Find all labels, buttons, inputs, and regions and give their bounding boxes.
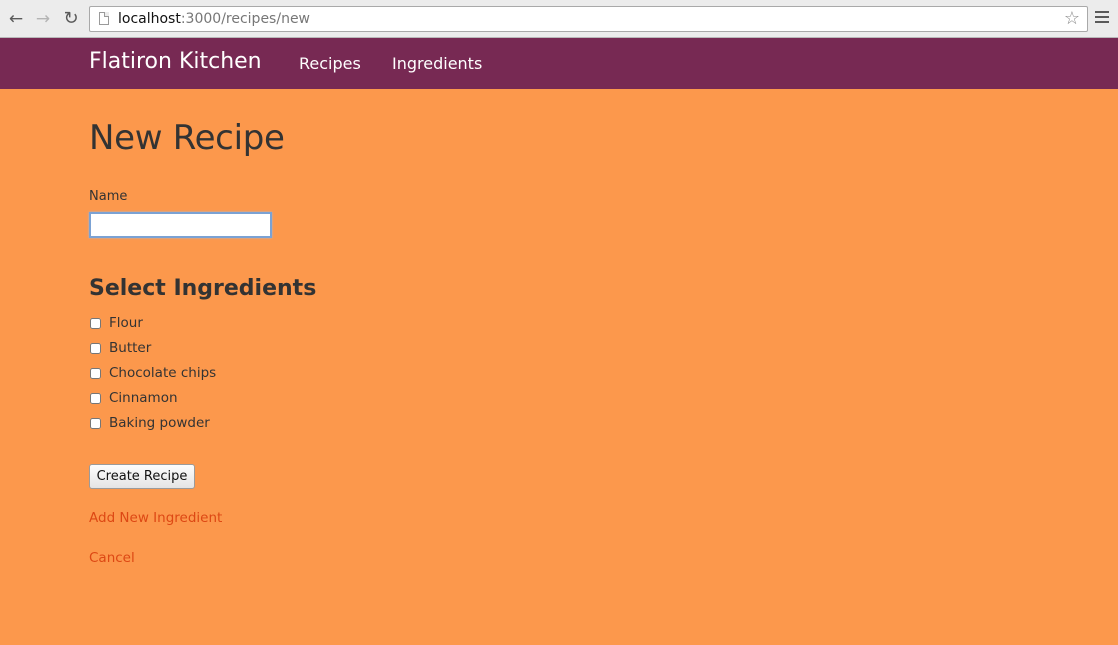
ingredient-label[interactable]: Baking powder — [109, 415, 210, 431]
menu-icon[interactable] — [1095, 11, 1109, 25]
name-label: Name — [89, 189, 128, 204]
ingredient-label[interactable]: Chocolate chips — [109, 365, 216, 381]
url-path: :3000/recipes/new — [180, 11, 311, 27]
name-input[interactable] — [89, 212, 272, 238]
page-icon — [99, 12, 109, 25]
ingredient-label[interactable]: Flour — [109, 315, 143, 331]
nav-link-recipes[interactable]: Recipes — [299, 54, 361, 73]
reload-icon[interactable]: ↻ — [61, 8, 81, 30]
address-bar[interactable]: localhost:3000/recipes/new ☆ — [89, 6, 1088, 32]
cancel-link[interactable]: Cancel — [89, 550, 135, 566]
ingredient-checkbox-flour[interactable] — [90, 318, 101, 329]
brand-link[interactable]: Flatiron Kitchen — [89, 49, 262, 74]
add-new-ingredient-link[interactable]: Add New Ingredient — [89, 510, 222, 526]
back-arrow-icon[interactable]: ← — [6, 8, 26, 30]
forward-arrow-icon[interactable]: → — [33, 8, 53, 30]
ingredient-label[interactable]: Cinnamon — [109, 390, 178, 406]
url-text[interactable]: localhost:3000/recipes/new — [118, 11, 310, 27]
ingredient-checkbox-butter[interactable] — [90, 343, 101, 354]
browser-toolbar: ← → ↻ localhost:3000/recipes/new ☆ — [0, 0, 1118, 38]
nav-link-ingredients[interactable]: Ingredients — [392, 54, 482, 73]
select-ingredients-heading: Select Ingredients — [89, 276, 317, 301]
site-navbar: Flatiron Kitchen Recipes Ingredients — [0, 38, 1118, 89]
bookmark-star-icon[interactable]: ☆ — [1064, 8, 1080, 29]
page-title: New Recipe — [89, 118, 285, 158]
ingredient-checkbox-cinnamon[interactable] — [90, 393, 101, 404]
ingredient-checkbox-chocolate-chips[interactable] — [90, 368, 101, 379]
url-host: localhost — [118, 11, 181, 27]
create-recipe-button[interactable]: Create Recipe — [89, 464, 195, 489]
ingredient-checkbox-baking-powder[interactable] — [90, 418, 101, 429]
ingredient-label[interactable]: Butter — [109, 340, 151, 356]
